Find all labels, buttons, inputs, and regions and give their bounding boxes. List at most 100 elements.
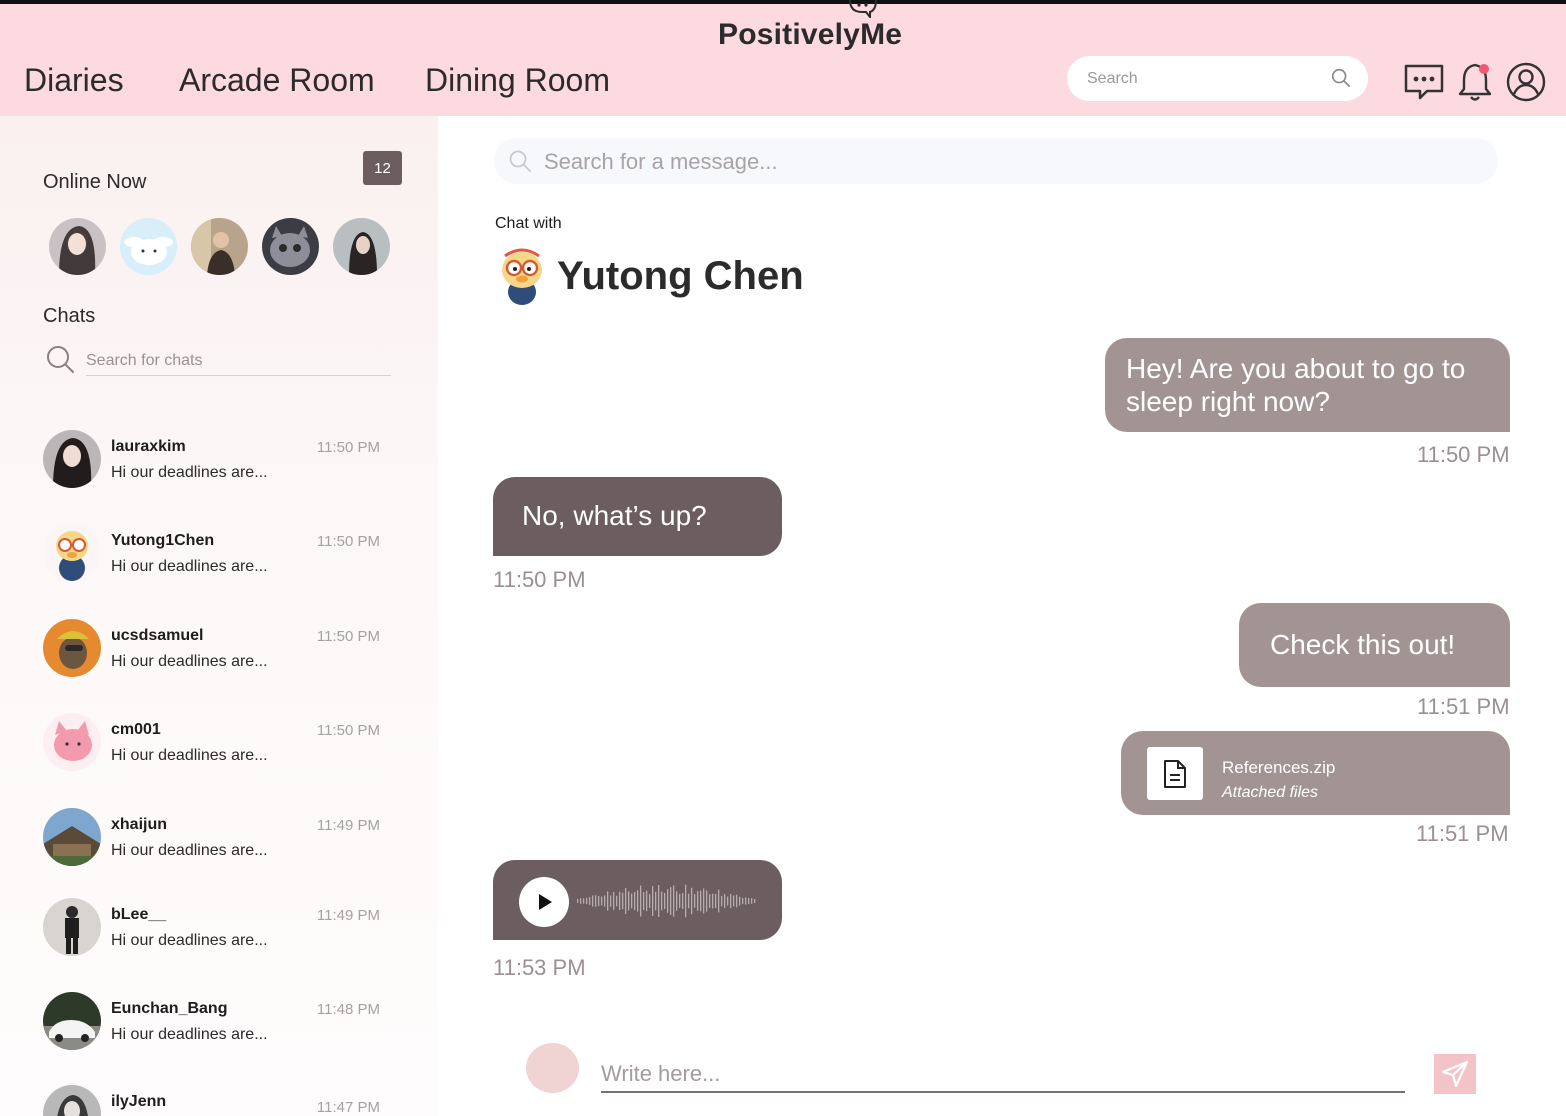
waveform-bar (646, 890, 648, 912)
composer-avatar[interactable] (526, 1043, 579, 1093)
app-logo[interactable]: PositivelyMe (718, 18, 902, 52)
waveform-bar (625, 888, 627, 914)
chat-list-item[interactable]: xhaijun Hi our deadlines are... 11:49 PM (43, 808, 383, 868)
message-search-input[interactable] (544, 147, 1444, 177)
chat-search (43, 344, 391, 376)
chat-name: cm001 (111, 721, 161, 738)
avatar (43, 808, 101, 866)
waveform-bar (739, 896, 741, 906)
waveform-bar (709, 894, 711, 908)
chat-time: 11:50 PM (316, 533, 380, 550)
chat-partner-name: Yutong Chen (557, 254, 804, 298)
avatar (43, 1085, 101, 1116)
audio-waveform[interactable] (577, 876, 767, 926)
message-time: 11:53 PM (493, 955, 586, 980)
sidebar: Online Now 12 Chats lauraxkim Hi our dea… (0, 116, 438, 1116)
chat-preview: Hi our deadlines are... (111, 558, 268, 575)
waveform-bar (685, 884, 687, 918)
search-icon (47, 346, 74, 373)
waveform-bar (724, 894, 726, 908)
avatar (43, 992, 101, 1050)
message-text: No, what’s up? (522, 500, 707, 531)
waveform-bar (667, 889, 669, 913)
chat-list-item[interactable]: bLee__ Hi our deadlines are... 11:49 PM (43, 898, 383, 958)
waveform-bar (655, 891, 657, 911)
voice-message (493, 860, 782, 940)
chats-title: Chats (43, 305, 96, 327)
waveform-bar (673, 885, 675, 917)
chat-name: Eunchan_Bang (111, 1000, 228, 1017)
waveform-bar (688, 893, 690, 909)
waveform-bar (679, 893, 681, 908)
chat-list-item[interactable]: ucsdsamuel Hi our deadlines are... 11:50… (43, 619, 383, 679)
online-avatar[interactable] (333, 218, 390, 275)
waveform-bar (619, 891, 621, 911)
chat-list-item[interactable]: cm001 Hi our deadlines are... 11:50 PM (43, 713, 383, 773)
waveform-bar (706, 890, 708, 912)
top-header: PositivelyMe Diaries Arcade Room Dining … (0, 0, 1566, 116)
play-icon (539, 894, 552, 910)
waveform-bar (721, 895, 723, 907)
online-avatar[interactable] (262, 218, 319, 275)
chat-time: 11:50 PM (316, 628, 380, 645)
avatar (43, 898, 101, 956)
waveform-bar (751, 898, 753, 904)
chat-search-input[interactable] (86, 346, 391, 376)
file-icon (1147, 747, 1203, 800)
chat-list-item[interactable]: Eunchan_Bang Hi our deadlines are... 11:… (43, 992, 383, 1052)
chat-with-label: Chat with (495, 215, 562, 232)
waveform-bar (748, 898, 750, 905)
waveform-bar (664, 892, 666, 910)
chat-name: Yutong1Chen (111, 532, 215, 549)
send-button[interactable] (1434, 1054, 1476, 1094)
online-avatar[interactable] (191, 218, 248, 275)
waveform-bar (592, 895, 594, 907)
online-avatar[interactable] (120, 218, 177, 275)
user-profile-icon[interactable] (1505, 61, 1547, 103)
chat-list-item[interactable]: lauraxkim Hi our deadlines are... 11:50 … (43, 430, 383, 490)
message-input[interactable] (601, 1056, 1405, 1093)
play-button[interactable] (519, 877, 569, 927)
chat-panel: Chat with Yutong Chen Hey! Are you about… (438, 116, 1566, 1116)
search-icon[interactable] (1330, 67, 1352, 89)
message-time: 11:50 PM (1417, 442, 1510, 467)
waveform-bar (631, 893, 633, 909)
waveform-bar (610, 895, 612, 907)
waveform-bar (583, 898, 585, 904)
header-search-input[interactable] (1087, 66, 1317, 92)
sent-message: Hey! Are you about to go to sleep right … (1105, 338, 1510, 432)
bell-icon[interactable] (1455, 60, 1497, 102)
waveform-bar (616, 895, 618, 907)
file-attachment-message[interactable]: References.zip Attached files (1121, 731, 1510, 815)
message-search (494, 138, 1498, 184)
nav-dining-room[interactable]: Dining Room (425, 62, 610, 99)
waveform-bar (643, 892, 645, 910)
avatar (43, 619, 101, 677)
chat-bubble-icon[interactable] (1403, 61, 1445, 103)
send-icon (1441, 1060, 1469, 1088)
waveform-bar (613, 892, 615, 910)
waveform-bar (649, 894, 651, 908)
chat-name: bLee__ (111, 906, 167, 923)
waveform-bar (733, 895, 735, 907)
sent-message: Check this out! (1239, 603, 1510, 687)
chat-preview: Hi our deadlines are... (111, 747, 268, 764)
waveform-bar (700, 890, 702, 912)
chat-name: ucsdsamuel (111, 627, 204, 644)
chat-time: 11:47 PM (316, 1099, 380, 1116)
waveform-bar (712, 893, 714, 909)
waveform-bar (652, 886, 654, 916)
nav-arcade-room[interactable]: Arcade Room (179, 62, 375, 99)
waveform-bar (577, 899, 579, 903)
waveform-bar (718, 889, 720, 913)
waveform-bar (607, 891, 609, 911)
chat-name: lauraxkim (111, 438, 186, 455)
waveform-bar (595, 895, 597, 907)
chat-list-item[interactable]: ilyJenn 11:47 PM (43, 1085, 383, 1116)
waveform-bar (658, 885, 660, 917)
message-text: Check this out! (1270, 629, 1456, 660)
chat-list-item[interactable]: Yutong1Chen Hi our deadlines are... 11:5… (43, 524, 383, 584)
nav-diaries[interactable]: Diaries (24, 62, 124, 99)
online-avatar[interactable] (49, 218, 106, 275)
avatar[interactable] (495, 246, 549, 306)
